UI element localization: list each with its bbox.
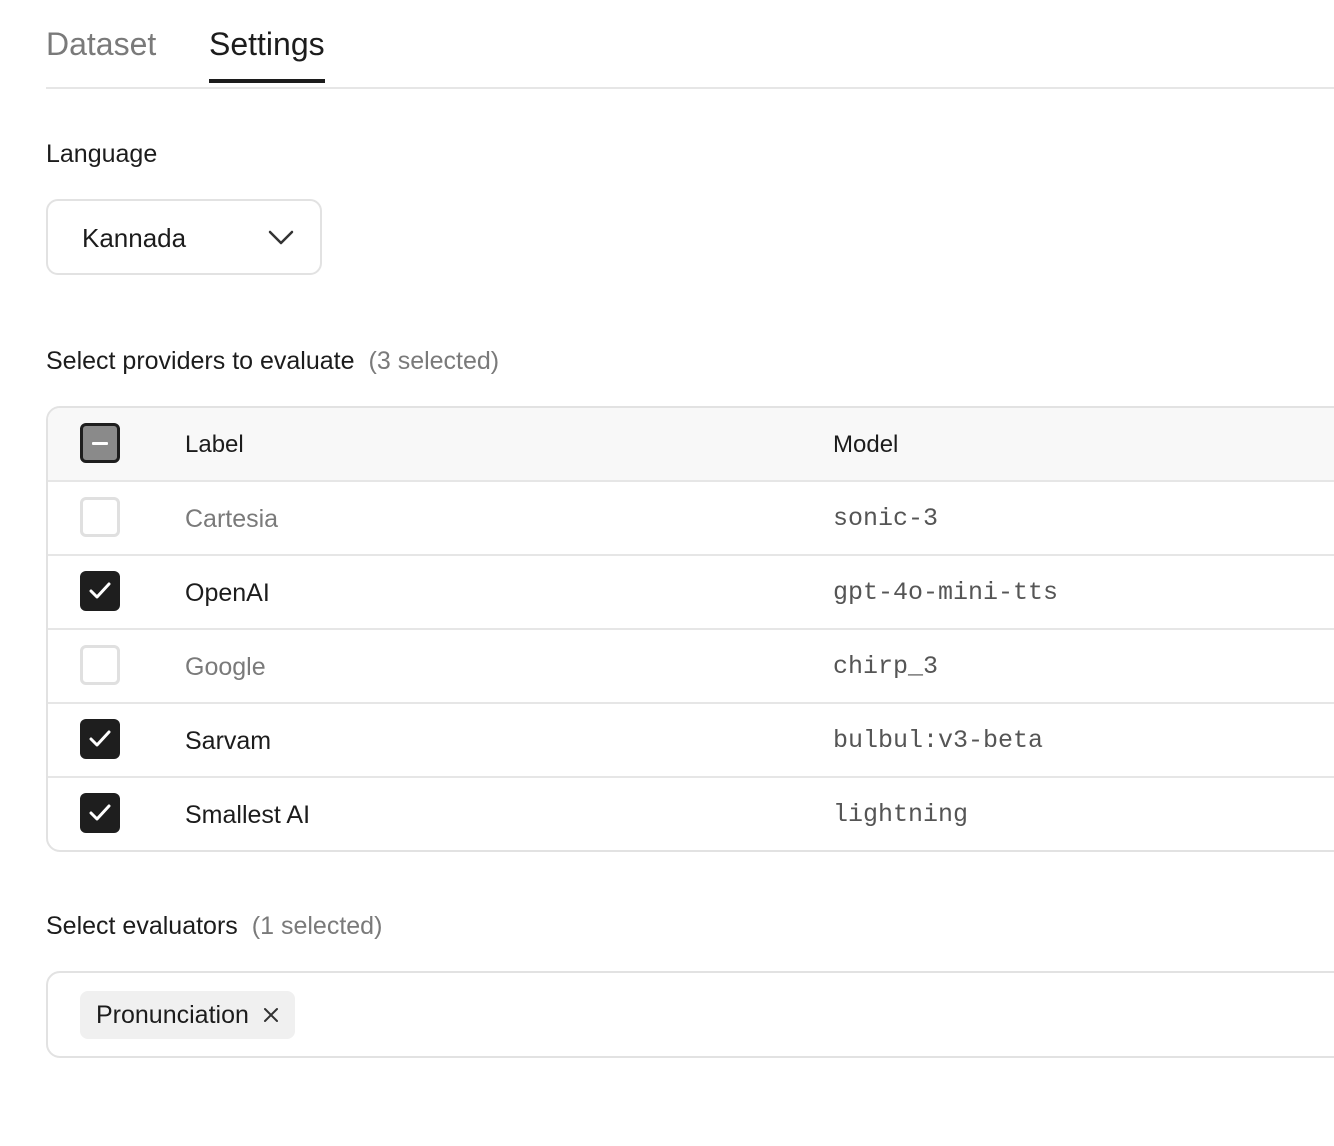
minus-icon	[92, 442, 108, 445]
provider-model: lightning	[833, 800, 969, 829]
providers-heading: Select providers to evaluate (3 selected)	[46, 347, 499, 376]
provider-label: OpenAI	[185, 579, 270, 607]
column-header-label: Label	[185, 431, 244, 458]
language-select-value: Kannada	[82, 223, 187, 253]
table-row[interactable]: Sarvam bulbul:v3-beta	[48, 704, 1334, 778]
row-checkbox[interactable]	[80, 497, 120, 537]
language-select[interactable]: Kannada	[46, 199, 322, 275]
tab-dataset[interactable]: Dataset	[46, 22, 156, 66]
provider-label: Sarvam	[185, 727, 272, 755]
row-checkbox[interactable]	[80, 719, 120, 759]
row-checkbox[interactable]	[80, 571, 120, 611]
providers-table: Label Model Cartesia sonic-3 OpenAI gpt-…	[46, 406, 1334, 852]
column-header-model: Model	[833, 431, 899, 458]
close-icon[interactable]	[263, 1007, 279, 1023]
evaluators-title: Select evaluators	[46, 912, 238, 940]
row-checkbox[interactable]	[80, 645, 120, 685]
language-label: Language	[46, 140, 158, 168]
table-row[interactable]: Smallest AI lightning	[48, 778, 1334, 850]
evaluators-count: (1 selected)	[251, 912, 383, 940]
provider-model: chirp_3	[833, 652, 939, 681]
provider-label: Google	[185, 653, 266, 681]
table-row[interactable]: Cartesia sonic-3	[48, 482, 1334, 556]
provider-model: bulbul:v3-beta	[833, 726, 1044, 755]
select-all-checkbox[interactable]	[80, 423, 120, 463]
evaluators-multiselect[interactable]: Pronunciation	[46, 971, 1334, 1058]
table-row[interactable]: OpenAI gpt-4o-mini-tts	[48, 556, 1334, 630]
providers-title: Select providers to evaluate	[46, 347, 355, 375]
provider-label: Cartesia	[185, 505, 279, 533]
table-row[interactable]: Google chirp_3	[48, 630, 1334, 704]
check-icon	[89, 582, 111, 599]
chevron-down-icon	[268, 230, 294, 245]
settings-page: Dataset Settings Language Kannada Select…	[0, 0, 1334, 1146]
provider-model: gpt-4o-mini-tts	[833, 578, 1059, 607]
tab-bar: Dataset Settings	[46, 0, 1334, 89]
evaluator-chip: Pronunciation	[80, 991, 295, 1039]
providers-count: (3 selected)	[368, 347, 500, 375]
tab-settings[interactable]: Settings	[209, 22, 325, 83]
check-icon	[89, 730, 111, 747]
evaluator-chip-label: Pronunciation	[96, 1000, 249, 1029]
provider-model: sonic-3	[833, 504, 939, 533]
table-header-row: Label Model	[48, 408, 1334, 482]
provider-label: Smallest AI	[185, 801, 311, 829]
row-checkbox[interactable]	[80, 793, 120, 833]
check-icon	[89, 804, 111, 821]
evaluators-heading: Select evaluators (1 selected)	[46, 912, 382, 941]
